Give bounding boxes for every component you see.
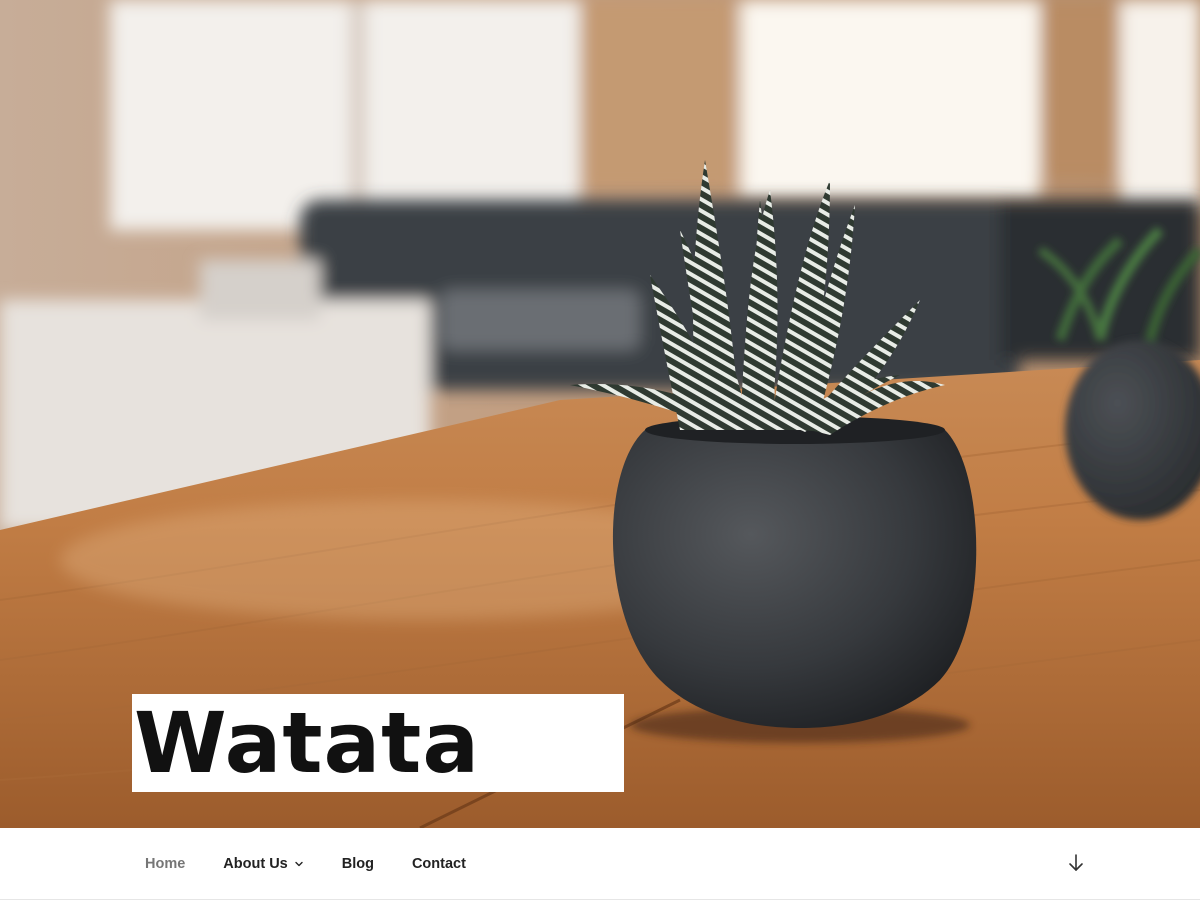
nav-item-contact[interactable]: Contact — [393, 828, 485, 900]
nav-item-label: Contact — [411, 856, 466, 872]
nav-item-about-us[interactable]: About Us — [204, 828, 322, 900]
main-navigation: Home About Us Blog Contact — [0, 828, 1200, 900]
nav-item-home[interactable]: Home — [126, 828, 204, 900]
scroll-down-button[interactable] — [1062, 848, 1090, 878]
page: Watata Home About Us Blog Contact — [0, 0, 1200, 900]
nav-item-label: About Us — [223, 856, 288, 872]
header-hero: Watata — [0, 0, 1200, 828]
site-title-box: Watata — [132, 694, 624, 792]
nav-menu: Home About Us Blog Contact — [126, 828, 485, 900]
nav-item-label: Blog — [341, 856, 374, 872]
site-title-link[interactable]: Watata — [134, 694, 624, 792]
nav-item-label: Home — [145, 856, 186, 872]
arrow-down-icon — [1069, 854, 1083, 871]
chevron-down-icon — [295, 861, 303, 867]
nav-item-blog[interactable]: Blog — [323, 828, 393, 900]
